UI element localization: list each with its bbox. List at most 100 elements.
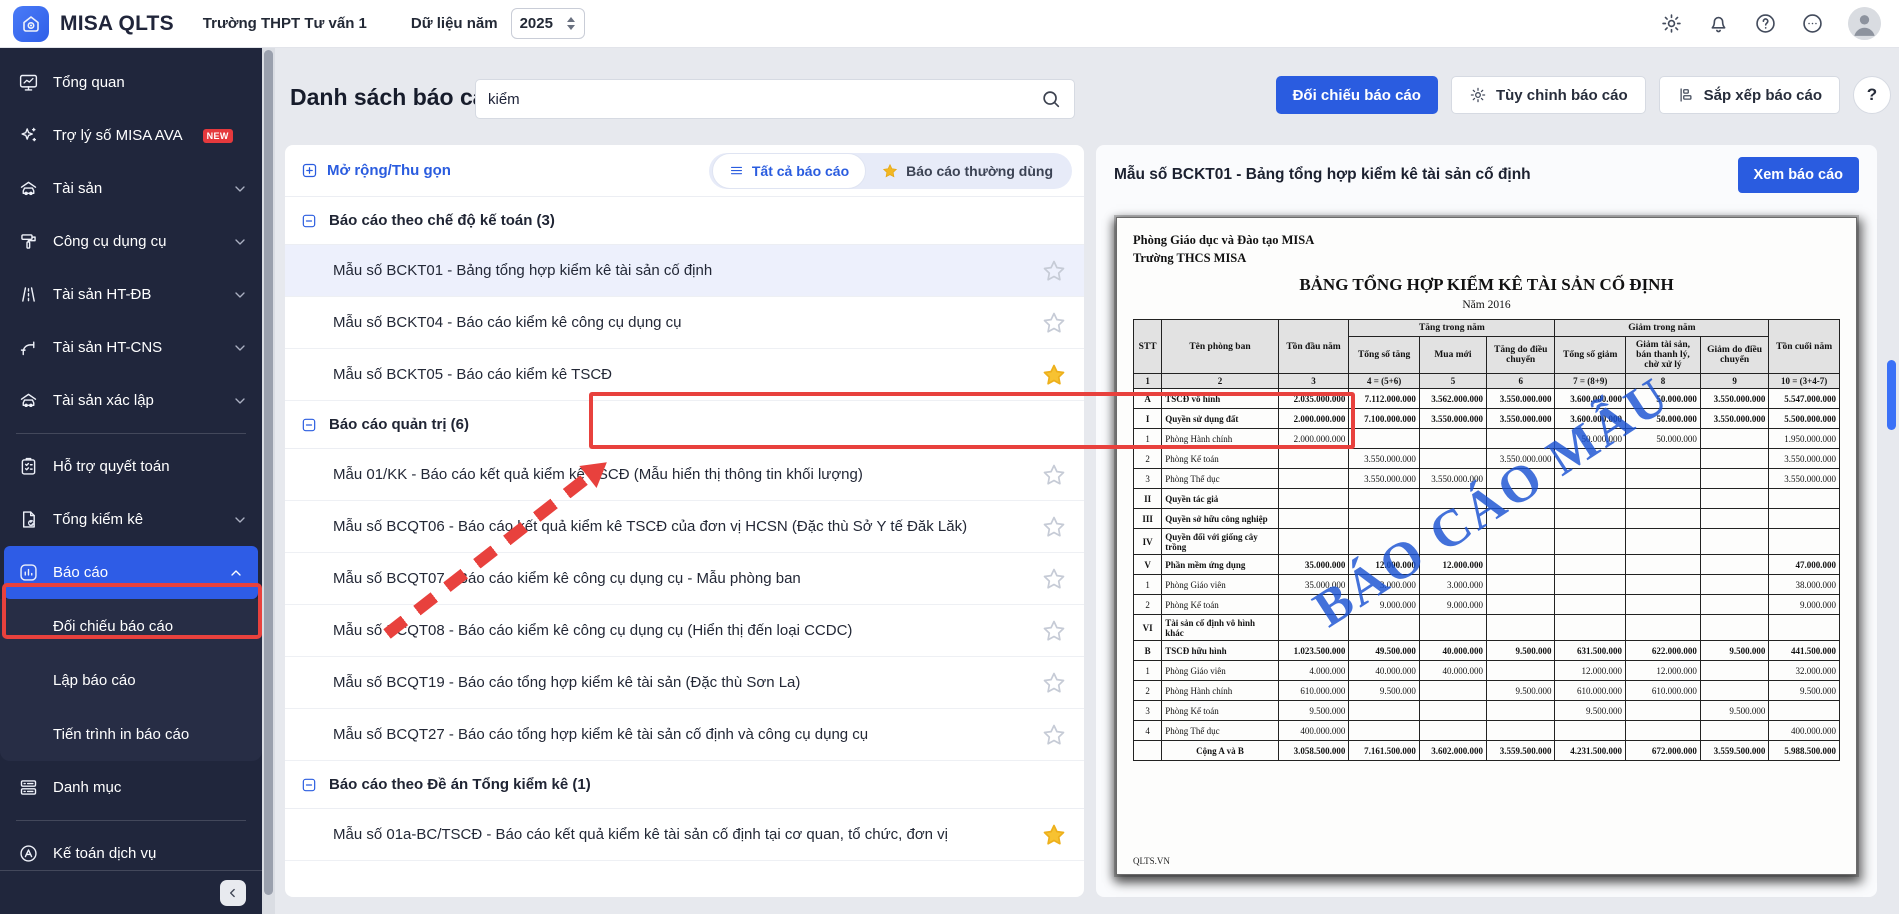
report-cell-stt: A [1134, 389, 1162, 409]
report-cell-value [1278, 449, 1349, 469]
notifications-bell-icon[interactable] [1707, 12, 1730, 35]
report-cell-name: Quyền sử dụng đất [1162, 409, 1278, 429]
sidebar-item-tai-san-ht-cns[interactable]: Tài sản HT-CNS [0, 321, 262, 374]
report-search-box[interactable] [475, 79, 1075, 119]
report-cell-value [1626, 555, 1701, 575]
tab-frequent-reports[interactable]: Báo cáo thường dùng [866, 156, 1069, 186]
favorite-star-icon[interactable] [1042, 259, 1066, 283]
favorite-star-icon[interactable] [1042, 515, 1066, 539]
favorite-star-icon[interactable] [1042, 823, 1066, 847]
report-row-bckt04[interactable]: Mẫu số BCKT04 - Báo cáo kiểm kê công cụ … [285, 297, 1084, 349]
report-cell-value [1486, 701, 1554, 721]
sidebar-item-bao-cao[interactable]: Báo cáo [4, 546, 258, 599]
report-row-01a-bc-tscd[interactable]: Mẫu số 01a-BC/TSCĐ - Báo cáo kết quả kiể… [285, 809, 1084, 861]
view-report-button[interactable]: Xem báo cáo [1738, 157, 1859, 193]
misa-logo-icon[interactable] [13, 6, 49, 42]
year-stepper[interactable]: 2025 [511, 8, 585, 39]
report-row-01kk[interactable]: Mẫu 01/KK - Báo cáo kết quả kiểm kê TSCĐ… [285, 449, 1084, 501]
report-cell-value [1349, 721, 1420, 741]
report-row-bcqt19[interactable]: Mẫu số BCQT19 - Báo cáo tổng hợp kiểm kê… [285, 657, 1084, 709]
report-cell-stt: I [1134, 409, 1162, 429]
report-cell-value: 400.000.000 [1278, 721, 1349, 741]
compare-reports-button[interactable]: Đối chiếu báo cáo [1276, 76, 1438, 114]
customize-reports-button[interactable]: Tùy chỉnh báo cáo [1451, 76, 1646, 114]
page-help-button[interactable]: ? [1853, 76, 1891, 114]
year-stepper-arrows-icon[interactable] [566, 16, 576, 31]
sidebar-item-ho-tro-quyet-toan[interactable]: Hỗ trợ quyết toán [0, 440, 262, 493]
report-cell-value: 7.112.000.000 [1349, 389, 1420, 409]
sort-reports-button[interactable]: Sắp xếp báo cáo [1659, 76, 1840, 114]
sidebar-item-tro-ly-ava[interactable]: Trợ lý số MISA AVA NEW [0, 109, 262, 162]
favorite-star-icon[interactable] [1042, 463, 1066, 487]
report-row-label: Mẫu số BCQT06 - Báo cáo kết quả kiểm kê … [333, 518, 967, 535]
section-header-quan-tri[interactable]: Báo cáo quản trị (6) [285, 401, 1084, 449]
tab-all-reports[interactable]: Tất cả báo cáo [712, 153, 866, 189]
report-cell-value: 610.000.000 [1555, 681, 1626, 701]
sidebar-item-tong-kiem-ke[interactable]: Tổng kiểm kê [0, 493, 262, 546]
report-table-row: Cộng A và B3.058.500.0007.161.500.0003.6… [1134, 741, 1840, 761]
report-cell-value [1486, 509, 1554, 529]
report-cell-value: 2.000.000.000 [1278, 409, 1349, 429]
report-cell-value [1700, 615, 1768, 641]
user-avatar[interactable] [1848, 7, 1881, 40]
sidebar-item-tai-san-xac-lap[interactable]: Tài sản xác lập [0, 374, 262, 427]
report-cell-stt [1134, 741, 1162, 761]
sidebar: Tổng quan Trợ lý số MISA AVA NEW Tài sản… [0, 48, 262, 914]
preview-header: Mẫu số BCKT01 - Bảng tổng hợp kiểm kê tà… [1096, 145, 1877, 203]
report-cell-value [1555, 469, 1626, 489]
section-header-che-do-ke-toan[interactable]: Báo cáo theo chế độ kế toán (3) [285, 197, 1084, 245]
report-row-bcqt06[interactable]: Mẫu số BCQT06 - Báo cáo kết quả kiểm kê … [285, 501, 1084, 553]
sidebar-item-label: Tổng quan [53, 74, 125, 91]
misa-asp-logo-icon [18, 843, 39, 864]
report-cell-value: 7.161.500.000 [1349, 741, 1420, 761]
more-options-icon[interactable] [1801, 12, 1824, 35]
overview-monitor-icon [18, 72, 39, 93]
chevron-up-icon [228, 565, 244, 581]
organization-name[interactable]: Trường THPT Tư vấn 1 [203, 15, 367, 32]
sidebar-item-tai-san[interactable]: Tài sản [0, 162, 262, 215]
favorite-star-icon[interactable] [1042, 671, 1066, 695]
submenu-item-lap-bao-cao[interactable]: Lập báo cáo [0, 653, 262, 707]
favorite-star-icon[interactable] [1042, 311, 1066, 335]
report-cell-value [1486, 529, 1554, 555]
sidebar-item-tai-san-ht-db[interactable]: Tài sản HT-ĐB [0, 268, 262, 321]
report-row-bckt05[interactable]: Mẫu số BCKT05 - Báo cáo kiểm kê TSCĐ [285, 349, 1084, 401]
window-scrollbar-thumb[interactable] [1887, 360, 1896, 430]
sidebar-item-cong-cu-dung-cu[interactable]: Công cụ dụng cụ [0, 215, 262, 268]
submenu-item-tien-trinh-in-bao-cao[interactable]: Tiến trình in báo cáo [0, 707, 262, 761]
report-cell-stt: VI [1134, 615, 1162, 641]
report-cell-value [1700, 529, 1768, 555]
settings-gear-icon[interactable] [1660, 12, 1683, 35]
submenu-item-doi-chieu-bao-cao[interactable]: Đối chiếu báo cáo [0, 599, 262, 653]
section-header-de-an-tong-kiem-ke[interactable]: Báo cáo theo Đề án Tổng kiểm kê (1) [285, 761, 1084, 809]
report-cell-value [1700, 489, 1768, 509]
col-header-ton-cuoi-nam: Tồn cuối năm [1769, 320, 1840, 374]
favorite-star-icon[interactable] [1042, 363, 1066, 387]
expand-collapse-toggle[interactable]: Mở rộng/Thu gọn [301, 162, 451, 179]
search-icon[interactable] [1040, 88, 1062, 110]
report-row-bcqt27[interactable]: Mẫu số BCQT27 - Báo cáo tổng hợp kiểm kê… [285, 709, 1084, 761]
report-row-bcqt08[interactable]: Mẫu số BCQT08 - Báo cáo kiểm kê công cụ … [285, 605, 1084, 657]
report-cell-value: 40.000.000 [1349, 661, 1420, 681]
favorite-star-icon[interactable] [1042, 723, 1066, 747]
search-input[interactable] [488, 91, 1040, 108]
favorite-star-icon[interactable] [1042, 619, 1066, 643]
report-row-bcqt07[interactable]: Mẫu số BCQT07 - Báo cáo kiểm kê công cụ … [285, 553, 1084, 605]
report-cell-value [1626, 489, 1701, 509]
sidebar-item-tong-quan[interactable]: Tổng quan [0, 56, 262, 109]
report-table-row: 1Phòng Giáo viên35.000.0003.000.0003.000… [1134, 575, 1840, 595]
report-table-row: 2Phòng Kế toán9.000.0009.000.0009.000.00… [1134, 595, 1840, 615]
favorite-star-icon[interactable] [1042, 567, 1066, 591]
sidebar-collapse-button[interactable] [220, 880, 246, 906]
report-cell-value [1486, 429, 1554, 449]
plus-square-icon [301, 162, 318, 179]
report-row-bckt01[interactable]: Mẫu số BCKT01 - Bảng tổng hợp kiểm kê tà… [285, 245, 1084, 297]
help-icon[interactable] [1754, 12, 1777, 35]
report-table: STT Tên phòng ban Tồn đầu năm Tăng trong… [1133, 319, 1840, 761]
sidebar-scrollbar-thumb[interactable] [264, 50, 273, 895]
report-cell-value [1700, 661, 1768, 681]
sidebar-scrollbar[interactable] [262, 48, 275, 914]
report-cell-value: 3.559.500.000 [1486, 741, 1554, 761]
sidebar-item-danh-muc[interactable]: Danh mục [0, 761, 262, 814]
report-table-row: VPhần mềm ứng dụng35.000.00012.000.00012… [1134, 555, 1840, 575]
